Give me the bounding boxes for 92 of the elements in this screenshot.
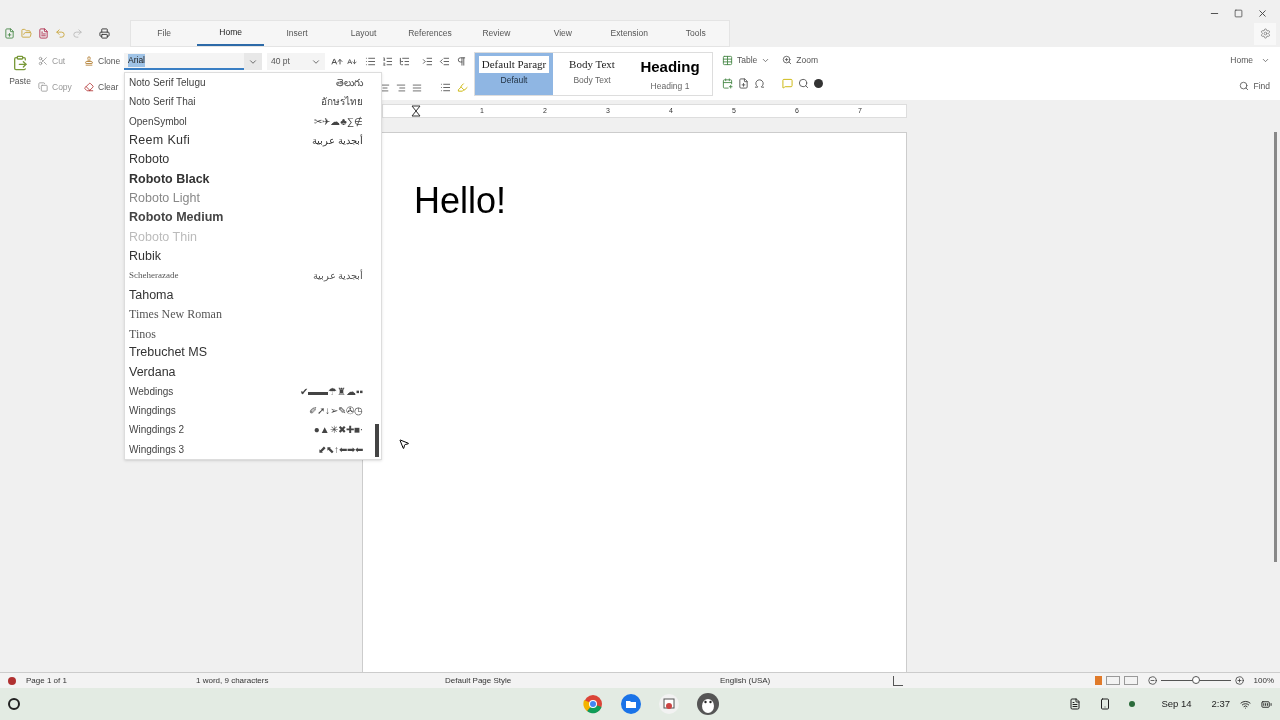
outdent-icon[interactable] bbox=[439, 56, 450, 67]
font-list-item[interactable]: Roboto Light bbox=[125, 188, 375, 209]
paste-button[interactable]: Paste bbox=[4, 52, 36, 88]
omega-icon[interactable] bbox=[754, 78, 765, 89]
text-cursor-icon bbox=[893, 675, 903, 686]
ribbon-tab[interactable]: Tools bbox=[662, 21, 729, 46]
ribbon-tab[interactable]: Review bbox=[463, 21, 530, 46]
slider-thumb[interactable] bbox=[1191, 676, 1200, 684]
single-page-icon[interactable] bbox=[1094, 676, 1102, 685]
language-label: English (USA) bbox=[720, 674, 772, 687]
window-app-icon[interactable] bbox=[659, 694, 679, 714]
table-button[interactable]: Table bbox=[722, 52, 771, 68]
phone-icon[interactable] bbox=[1099, 698, 1112, 710]
browser-icon[interactable] bbox=[583, 694, 603, 714]
grow-font-icon[interactable] bbox=[331, 55, 343, 68]
stamp-icon bbox=[84, 56, 94, 66]
outline-list-icon[interactable] bbox=[399, 56, 410, 67]
font-list-item[interactable]: Roboto Medium bbox=[125, 208, 375, 228]
zoom-icon bbox=[782, 55, 793, 65]
scissors-icon bbox=[38, 56, 48, 66]
find-button[interactable]: Find bbox=[1239, 78, 1270, 94]
paste-icon bbox=[12, 55, 28, 71]
mode-button[interactable]: Home bbox=[1230, 52, 1270, 68]
ribbon-tab[interactable]: Layout bbox=[330, 21, 397, 46]
folder-app-icon[interactable] bbox=[621, 694, 641, 714]
restore-button[interactable] bbox=[1234, 8, 1243, 18]
font-list-item[interactable]: Noto Serif Telugu తెలుగు bbox=[125, 73, 375, 93]
macro-icon bbox=[8, 676, 16, 685]
ribbon-tab[interactable]: References bbox=[396, 21, 464, 46]
ribbon-tab[interactable]: Insert bbox=[263, 21, 331, 46]
copy-icon bbox=[38, 82, 48, 92]
font-list-item[interactable]: Wingdings 2 ●▲✳✖✚■· bbox=[125, 420, 375, 440]
time-label[interactable]: 2:37 bbox=[1211, 696, 1230, 712]
font-list-item[interactable]: OpenSymbol ✂✈☁♣∑∉ bbox=[125, 111, 375, 131]
search-icon bbox=[1239, 81, 1250, 91]
zoom-in-icon[interactable] bbox=[1234, 676, 1244, 685]
font-list-item[interactable]: Wingdings 3 ⬋⬉↑⬅➡⬅ bbox=[125, 439, 375, 459]
indent-marker-icon bbox=[411, 105, 421, 117]
ribbon-tab[interactable]: File bbox=[131, 21, 198, 46]
scrollbar-thumb[interactable] bbox=[1274, 132, 1277, 562]
ribbon-tab[interactable]: View bbox=[529, 21, 597, 46]
scrollbar-thumb[interactable] bbox=[375, 424, 379, 457]
page-style-label: Default Page Style bbox=[445, 674, 513, 687]
insert-icon[interactable] bbox=[722, 78, 733, 89]
font-list-item[interactable]: Tahoma bbox=[125, 285, 375, 305]
style-preset[interactable]: Default Paragr Default bbox=[475, 53, 553, 95]
settings-icon bbox=[1259, 28, 1271, 39]
battery-icon bbox=[1261, 698, 1272, 710]
launcher-icon[interactable] bbox=[8, 698, 20, 710]
zoom-percent: 100% bbox=[1253, 674, 1274, 687]
new-document-icon[interactable] bbox=[4, 28, 15, 39]
ribbon-tab[interactable]: Extension bbox=[596, 21, 663, 46]
date-label[interactable]: Sep 14 bbox=[1151, 696, 1202, 712]
two-page-icon[interactable] bbox=[1105, 676, 1120, 685]
font-list-item[interactable]: Times New Roman bbox=[125, 304, 375, 324]
zoom-button[interactable]: Zoom bbox=[782, 52, 824, 68]
font-list-item[interactable]: Trebuchet MS bbox=[125, 343, 375, 363]
print-icon[interactable] bbox=[99, 28, 110, 39]
font-list-item[interactable]: Roboto bbox=[125, 150, 375, 170]
save-icon[interactable] bbox=[38, 28, 49, 39]
font-list-item[interactable]: Tinos bbox=[125, 323, 375, 344]
word-count: 1 word, 9 characters bbox=[196, 674, 270, 687]
search-icon[interactable] bbox=[798, 78, 810, 89]
page-icon[interactable] bbox=[738, 78, 749, 89]
font-list-item[interactable]: Webdings ✔▬▬☂♜☁▪▪ bbox=[125, 381, 375, 402]
close-button[interactable] bbox=[1257, 7, 1268, 19]
font-list-item[interactable]: Rubik bbox=[125, 246, 375, 266]
shrink-font-icon[interactable] bbox=[347, 56, 357, 67]
font-list-item[interactable]: Roboto Black bbox=[125, 169, 375, 189]
zoom-out-icon[interactable] bbox=[1147, 676, 1157, 685]
table-icon bbox=[722, 54, 733, 66]
book-view-icon[interactable] bbox=[1123, 676, 1138, 685]
mouse-pointer-icon bbox=[398, 438, 410, 450]
font-name-field[interactable]: Arial bbox=[124, 53, 244, 70]
indent-icon[interactable] bbox=[422, 56, 433, 67]
line-spacing-icon[interactable] bbox=[440, 82, 451, 93]
bullet-list-icon[interactable] bbox=[365, 56, 376, 67]
font-list-item[interactable]: Verdana bbox=[125, 362, 375, 382]
font-size-field[interactable]: 40 pt bbox=[267, 53, 325, 70]
document-text: Hello! bbox=[414, 180, 507, 221]
pilcrow-icon[interactable] bbox=[456, 56, 467, 67]
document-tray-icon[interactable] bbox=[1069, 698, 1082, 710]
clone-button[interactable]: Clone bbox=[84, 53, 124, 69]
font-list-item[interactable]: Noto Serif Thai อักษรไทย bbox=[125, 92, 375, 112]
wifi-icon bbox=[1240, 698, 1251, 710]
penguin-app-icon[interactable] bbox=[697, 693, 719, 715]
eraser-icon bbox=[84, 82, 94, 92]
record-icon[interactable] bbox=[814, 79, 824, 88]
page-count: Page 1 of 1 bbox=[26, 674, 68, 687]
font-list-item[interactable]: Wingdings ✐➚↓➢✎✇◷ bbox=[125, 401, 375, 421]
numbered-list-icon[interactable] bbox=[382, 56, 393, 67]
clear-button[interactable]: Clear bbox=[84, 79, 124, 95]
